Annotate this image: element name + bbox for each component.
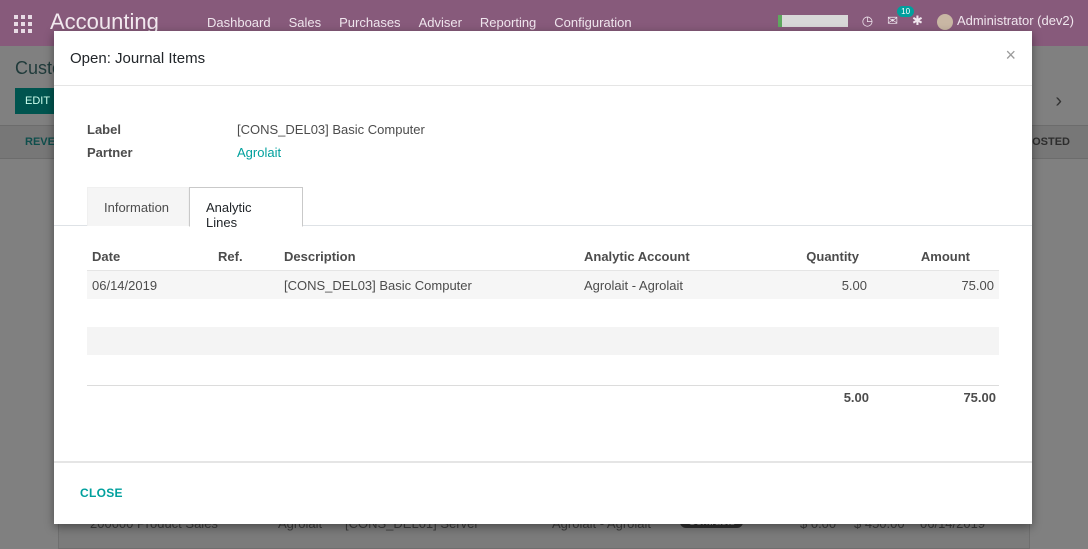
analytic-lines-table: Date Ref. Description Analytic Account Q… — [87, 241, 999, 409]
menu-item-dashboard[interactable]: Dashboard — [207, 15, 271, 30]
cell-description: [CONS_DEL03] Basic Computer — [284, 278, 472, 293]
label-caption: Label — [87, 122, 121, 137]
close-icon[interactable]: × — [1005, 45, 1016, 66]
table-header: Date Ref. Description Analytic Account Q… — [87, 241, 999, 271]
label-value: [CONS_DEL03] Basic Computer — [237, 122, 425, 137]
clock-icon[interactable]: ◷ — [862, 13, 873, 29]
total-amount: 75.00 — [963, 390, 996, 405]
user-menu[interactable]: Administrator (dev2) — [936, 13, 1074, 30]
dialog-footer: CLOSE — [54, 461, 1032, 524]
table-totals: 5.00 75.00 — [87, 385, 999, 409]
user-name: Administrator (dev2) — [956, 13, 1074, 28]
empty-row — [87, 355, 999, 383]
background-edit-button: EDIT — [15, 88, 57, 114]
dialog-header: Open: Journal Items × — [54, 31, 1032, 86]
main-menu: Dashboard Sales Purchases Adviser Report… — [207, 15, 650, 30]
tab-information[interactable]: Information — [87, 187, 189, 226]
column-amount[interactable]: Amount — [921, 249, 970, 264]
next-record-icon: › — [1055, 90, 1062, 112]
column-analytic-account[interactable]: Analytic Account — [584, 249, 690, 264]
notebook-tabs: Information Analytic Lines — [87, 187, 999, 230]
messages-badge: 10 — [897, 6, 915, 18]
column-quantity[interactable]: Quantity — [806, 249, 859, 264]
menu-item-adviser[interactable]: Adviser — [419, 15, 462, 30]
close-button[interactable]: CLOSE — [80, 486, 123, 500]
partner-link[interactable]: Agrolait — [237, 145, 281, 160]
cell-quantity: 5.00 — [841, 278, 867, 293]
column-date[interactable]: Date — [92, 249, 120, 264]
messages-icon[interactable]: ✉ 10 — [887, 6, 915, 29]
cell-analytic-account: Agrolait - Agrolait — [584, 278, 683, 293]
empty-row — [87, 299, 999, 327]
cell-amount: 75.00 — [961, 278, 994, 293]
table-row[interactable]: 06/14/2019 [CONS_DEL03] Basic Computer A… — [87, 271, 999, 299]
menu-item-purchases[interactable]: Purchases — [339, 15, 400, 30]
bug-icon[interactable]: ✱ — [912, 13, 923, 29]
tab-analytic-lines[interactable]: Analytic Lines — [189, 187, 303, 230]
systray: ◷ ✉ 10 ✱ Administrator (dev2) — [777, 6, 1074, 30]
total-quantity: 5.00 — [843, 390, 869, 405]
empty-row — [87, 327, 999, 355]
column-ref[interactable]: Ref. — [218, 249, 243, 264]
progress-bar — [777, 15, 848, 28]
avatar — [936, 13, 953, 30]
menu-item-reporting[interactable]: Reporting — [480, 15, 536, 30]
journal-item-dialog: Open: Journal Items × Label [CONS_DEL03]… — [54, 31, 1032, 524]
partner-caption: Partner — [87, 145, 133, 160]
apps-menu-icon[interactable] — [14, 15, 32, 33]
menu-item-sales[interactable]: Sales — [289, 15, 322, 30]
column-description[interactable]: Description — [284, 249, 356, 264]
cell-date: 06/14/2019 — [92, 278, 158, 293]
background-reverse-button: REVE — [25, 136, 55, 148]
dialog-title: Open: Journal Items — [70, 50, 206, 67]
menu-item-configuration[interactable]: Configuration — [554, 15, 631, 30]
